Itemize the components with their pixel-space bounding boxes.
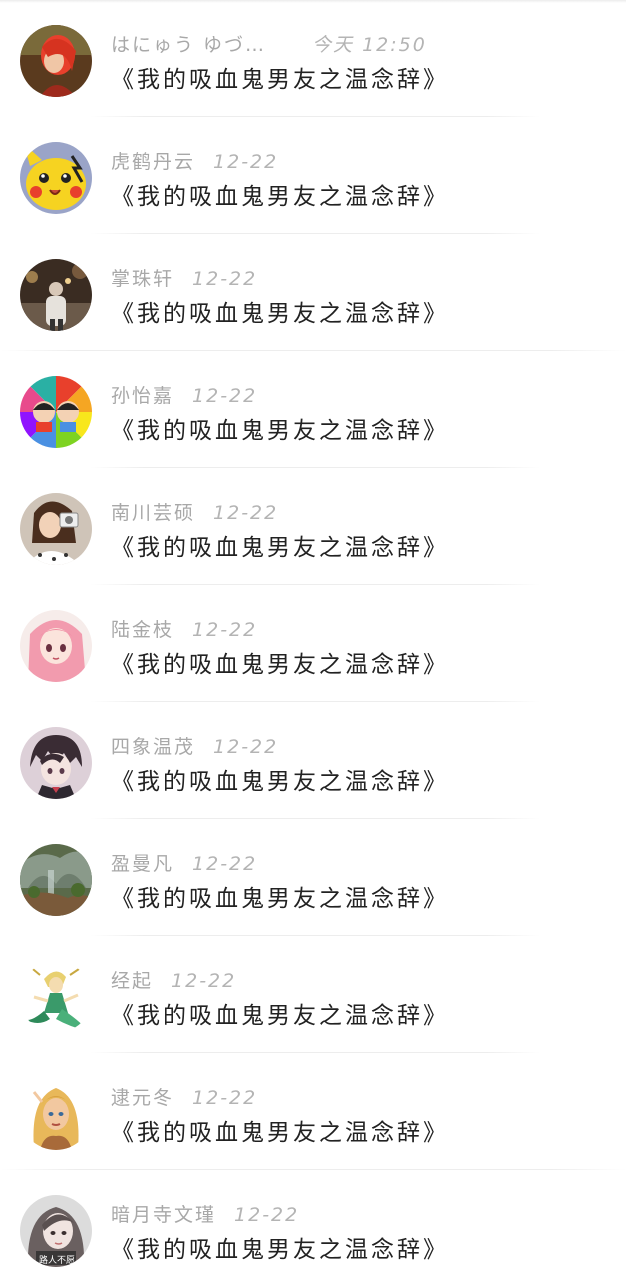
- avatar-night-street-icon[interactable]: [20, 259, 92, 331]
- conversation-header: 盈曼凡 12-22: [111, 849, 257, 876]
- message-time: 12-22: [192, 853, 258, 875]
- message-preview: 《我的吸血鬼男友之温念辞》: [111, 886, 449, 912]
- conversation-item[interactable]: はにゅう ゆづ… 今天 12:50 《我的吸血鬼男友之温念辞》: [0, 0, 626, 117]
- conversation-item[interactable]: 孙怡嘉 12-22 《我的吸血鬼男友之温念辞》: [0, 351, 626, 468]
- avatar-girl-portrait-icon[interactable]: 路人不愿: [20, 1195, 92, 1267]
- avatar-caption: 路人不愿: [38, 1256, 75, 1266]
- message-time: 今天 12:50: [312, 34, 427, 56]
- avatar-blonde-elf-icon[interactable]: [20, 1078, 92, 1150]
- conversation-item[interactable]: 逮元冬 12-22 《我的吸血鬼男友之温念辞》: [0, 1053, 626, 1170]
- conversation-header: 虎鹤丹云 12-22: [111, 147, 278, 174]
- conversation-header: 掌珠轩 12-22: [111, 264, 257, 291]
- conversation-header: 孙怡嘉 12-22: [111, 381, 257, 408]
- message-preview: 《我的吸血鬼男友之温念辞》: [111, 1237, 449, 1263]
- message-time: 12-22: [192, 1087, 258, 1109]
- message-preview: 《我的吸血鬼男友之温念辞》: [111, 535, 449, 561]
- message-preview: 《我的吸血鬼男友之温念辞》: [111, 301, 449, 327]
- conversation-item[interactable]: 虎鹤丹云 12-22 《我的吸血鬼男友之温念辞》: [0, 117, 626, 234]
- message-preview: 《我的吸血鬼男友之温念辞》: [111, 418, 449, 444]
- contact-name: 陆金枝: [111, 619, 175, 641]
- message-preview: 《我的吸血鬼男友之温念辞》: [111, 1003, 449, 1029]
- message-preview: 《我的吸血鬼男友之温念辞》: [111, 652, 449, 678]
- message-time: 12-22: [192, 385, 258, 407]
- conversation-header: はにゅう ゆづ… 今天 12:50: [111, 30, 427, 57]
- message-time: 12-22: [213, 736, 279, 758]
- message-preview: 《我的吸血鬼男友之温念辞》: [111, 1120, 449, 1146]
- avatar-green-fairy-icon[interactable]: [20, 961, 92, 1033]
- conversation-item[interactable]: 经起 12-22 《我的吸血鬼男友之温念辞》: [0, 936, 626, 1053]
- conversation-header: 经起 12-22: [111, 966, 236, 993]
- message-time: 12-22: [213, 151, 279, 173]
- avatar-anime-boy-icon[interactable]: [20, 727, 92, 799]
- conversation-item[interactable]: 南川芸硕 12-22 《我的吸血鬼男友之温念辞》: [0, 468, 626, 585]
- conversation-header: 暗月寺文瑾 12-22: [111, 1200, 299, 1227]
- message-preview: 《我的吸血鬼男友之温念辞》: [111, 67, 449, 93]
- message-time: 12-22: [192, 268, 258, 290]
- conversation-item[interactable]: 路人不愿 暗月寺文瑾 12-22 《我的吸血鬼男友之温念辞》: [0, 1170, 626, 1287]
- contact-name: 南川芸硕: [111, 502, 196, 524]
- contact-name: 暗月寺文瑾: [111, 1204, 217, 1226]
- contact-name: 四象温茂: [111, 736, 196, 758]
- avatar-pikachu-icon[interactable]: [20, 142, 92, 214]
- conversation-header: 逮元冬 12-22: [111, 1083, 257, 1110]
- avatar-pink-anime-girl-icon[interactable]: [20, 610, 92, 682]
- message-time: 12-22: [234, 1204, 300, 1226]
- message-preview: 《我的吸血鬼男友之温念辞》: [111, 769, 449, 795]
- conversation-header: 四象温茂 12-22: [111, 732, 278, 759]
- conversation-item[interactable]: 盈曼凡 12-22 《我的吸血鬼男友之温念辞》: [0, 819, 626, 936]
- conversation-list[interactable]: はにゅう ゆづ… 今天 12:50 《我的吸血鬼男友之温念辞》 虎鹤丹云 12-…: [0, 0, 626, 1287]
- avatar-color-wheel-icon[interactable]: [20, 376, 92, 448]
- conversation-item[interactable]: 掌珠轩 12-22 《我的吸血鬼男友之温念辞》: [0, 234, 626, 351]
- conversation-item[interactable]: 四象温茂 12-22 《我的吸血鬼男友之温念辞》: [0, 702, 626, 819]
- avatar-red-hair-icon[interactable]: [20, 25, 92, 97]
- contact-name: はにゅう ゆづ…: [111, 34, 267, 56]
- conversation-header: 南川芸硕 12-22: [111, 498, 278, 525]
- contact-name: 经起: [111, 970, 154, 992]
- conversation-item[interactable]: 陆金枝 12-22 《我的吸血鬼男友之温念辞》: [0, 585, 626, 702]
- message-time: 12-22: [171, 970, 237, 992]
- conversation-header: 陆金枝 12-22: [111, 615, 257, 642]
- contact-name: 逮元冬: [111, 1087, 175, 1109]
- contact-name: 盈曼凡: [111, 853, 175, 875]
- message-preview: 《我的吸血鬼男友之温念辞》: [111, 184, 449, 210]
- contact-name: 孙怡嘉: [111, 385, 175, 407]
- avatar-rock-landscape-icon[interactable]: [20, 844, 92, 916]
- contact-name: 掌珠轩: [111, 268, 175, 290]
- message-time: 12-22: [213, 502, 279, 524]
- avatar-girl-camera-icon[interactable]: [20, 493, 92, 565]
- message-time: 12-22: [192, 619, 258, 641]
- contact-name: 虎鹤丹云: [111, 151, 196, 173]
